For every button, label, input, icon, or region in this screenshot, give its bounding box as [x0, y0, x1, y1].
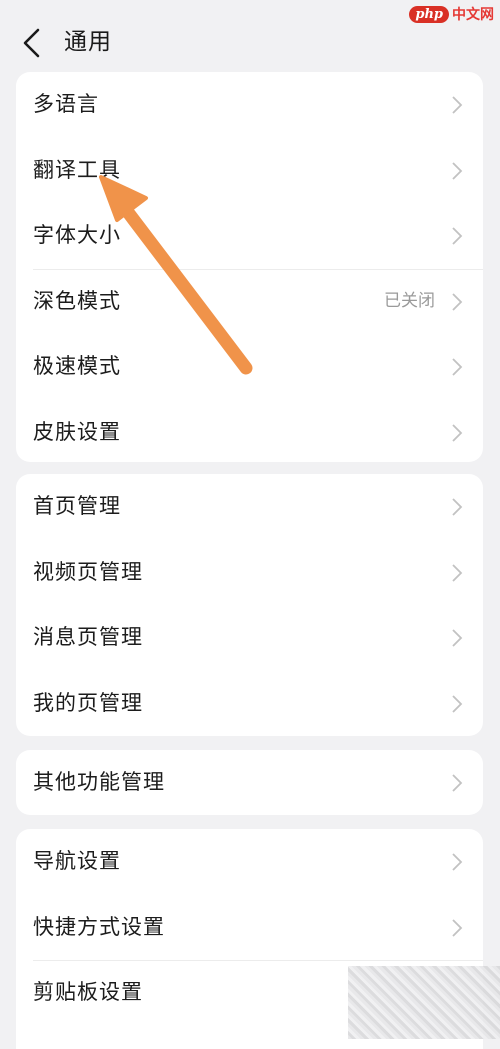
blurred-region	[348, 966, 500, 1039]
chevron-right-icon	[452, 694, 463, 713]
setting-label: 皮肤设置	[33, 419, 121, 444]
setting-label: 导航设置	[33, 849, 121, 873]
site-watermark: php 中文网	[409, 4, 494, 24]
chevron-right-icon	[452, 292, 463, 311]
chevron-right-icon	[452, 918, 463, 937]
setting-row-font-size[interactable]: 字体大小	[16, 203, 483, 269]
setting-label: 多语言	[33, 92, 99, 116]
setting-row-multilanguage[interactable]: 多语言	[16, 72, 483, 138]
setting-label: 我的页管理	[33, 690, 143, 715]
setting-row-dark-mode[interactable]: 深色模式 已关闭	[16, 268, 483, 335]
setting-label: 消息页管理	[33, 625, 143, 649]
setting-label: 深色模式	[33, 288, 121, 313]
settings-group-pages: 首页管理 视频页管理 消息页管理 我的页管理	[16, 474, 483, 736]
setting-row-home-page[interactable]: 首页管理	[16, 474, 483, 540]
chevron-right-icon	[452, 563, 463, 582]
setting-label: 快捷方式设置	[33, 914, 165, 939]
setting-label: 其他功能管理	[33, 770, 165, 794]
chevron-right-icon	[452, 774, 463, 792]
back-arrow-icon[interactable]	[18, 26, 48, 60]
setting-label: 首页管理	[33, 494, 121, 518]
setting-row-skin[interactable]: 皮肤设置	[16, 400, 483, 466]
chevron-right-icon	[452, 853, 463, 871]
setting-label: 剪贴板设置	[33, 980, 143, 1004]
chevron-right-icon	[452, 358, 463, 376]
chevron-right-icon	[452, 227, 463, 245]
setting-value: 已关闭	[384, 290, 435, 311]
watermark-text: 中文网	[452, 7, 494, 23]
setting-row-speed-mode[interactable]: 极速模式	[16, 334, 483, 400]
setting-label: 字体大小	[33, 223, 121, 247]
settings-group-display: 多语言 翻译工具 字体大小 深色模式 已关闭 极速模式 皮肤设置	[16, 72, 483, 462]
chevron-right-icon	[452, 96, 463, 114]
header-bar: 通用 php 中文网	[0, 0, 500, 72]
setting-row-translate-tool[interactable]: 翻译工具	[16, 138, 483, 204]
settings-group-other: 其他功能管理	[16, 750, 483, 815]
setting-label: 极速模式	[33, 354, 121, 378]
chevron-right-icon	[452, 161, 463, 180]
setting-row-navigation[interactable]: 导航设置	[16, 829, 483, 895]
chevron-right-icon	[452, 629, 463, 647]
setting-label: 视频页管理	[33, 559, 143, 584]
setting-row-other-features[interactable]: 其他功能管理	[16, 750, 483, 816]
setting-label: 翻译工具	[33, 157, 121, 182]
page-title: 通用	[64, 29, 112, 55]
watermark-badge: php	[409, 5, 449, 23]
setting-row-my-page[interactable]: 我的页管理	[16, 671, 483, 737]
chevron-right-icon	[452, 498, 463, 516]
setting-row-message-page[interactable]: 消息页管理	[16, 605, 483, 671]
setting-row-video-page[interactable]: 视频页管理	[16, 540, 483, 606]
setting-row-shortcuts[interactable]: 快捷方式设置	[16, 895, 483, 961]
chevron-right-icon	[452, 423, 463, 442]
